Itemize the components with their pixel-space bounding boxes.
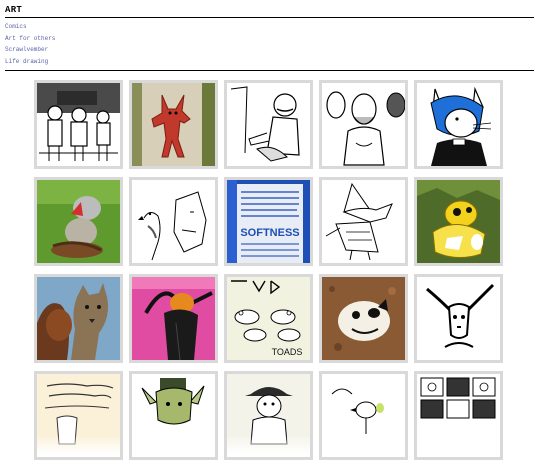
gallery-tile[interactable] <box>129 80 218 169</box>
bearded-figure-drawing-thumbnail-icon <box>322 83 405 166</box>
handwritten-comic-thumbnail-icon <box>37 374 120 457</box>
gallery-tile[interactable] <box>414 274 503 363</box>
figure-on-pink-thumbnail-icon <box>132 277 215 360</box>
art-gallery-grid: SOFTNESS TOADS <box>34 80 503 460</box>
long-eared-creature-drawing-thumbnail-icon <box>417 277 500 360</box>
bird-and-face-sketch-thumbnail-icon <box>132 180 215 263</box>
gallery-tile[interactable] <box>34 371 123 460</box>
mustached-man-drawing-thumbnail-icon <box>227 83 310 166</box>
nav-link-art-for-others[interactable]: Art for others <box>5 35 534 42</box>
gallery-tile[interactable] <box>319 274 408 363</box>
painted-rock-face-thumbnail-icon <box>322 277 405 360</box>
gallery-tile[interactable] <box>319 177 408 266</box>
gallery-tile[interactable] <box>129 371 218 460</box>
nav-link-life-drawing[interactable]: Life drawing <box>5 58 534 65</box>
nav-divider <box>5 70 534 71</box>
blue-haired-mouse-drawing-thumbnail-icon <box>417 83 500 166</box>
nav-link-comics[interactable]: Comics <box>5 24 534 30</box>
yellow-plush-toy-thumbnail-icon <box>417 180 500 263</box>
wizard-dog-sketch-thumbnail-icon <box>322 180 405 263</box>
small-bird-sketch-thumbnail-icon <box>322 374 405 457</box>
gallery-tile[interactable] <box>414 80 503 169</box>
comic-figures-thumbnail-icon <box>37 83 120 166</box>
gallery-tile[interactable] <box>34 177 123 266</box>
two-animals-painting-thumbnail-icon <box>37 277 120 360</box>
gallery-tile[interactable] <box>224 371 313 460</box>
toads-sketch-thumbnail-icon: TOADS <box>227 277 310 360</box>
clay-figure-on-grass-thumbnail-icon <box>37 180 120 263</box>
category-nav: Comics Art for others Scrawlvember Life … <box>5 24 534 65</box>
gallery-tile[interactable] <box>414 177 503 266</box>
gallery-tile[interactable] <box>34 80 123 169</box>
toads-label-text: TOADS <box>272 347 303 357</box>
header-divider <box>5 17 534 18</box>
comic-grid-thumbnail-icon <box>417 374 500 457</box>
page-title: ART <box>5 5 23 15</box>
gallery-tile[interactable] <box>319 371 408 460</box>
green-creature-with-hat-thumbnail-icon <box>132 374 215 457</box>
gallery-tile[interactable]: SOFTNESS <box>224 177 313 266</box>
red-creature-painting-thumbnail-icon <box>132 83 215 166</box>
gallery-tile[interactable] <box>34 274 123 363</box>
softness-label-text: SOFTNESS <box>240 227 299 239</box>
nav-link-scrawlvember[interactable]: Scrawlvember <box>5 47 534 53</box>
softness-label-can-thumbnail-icon: SOFTNESS <box>227 180 310 263</box>
gallery-tile[interactable] <box>129 177 218 266</box>
gallery-tile[interactable]: TOADS <box>224 274 313 363</box>
gallery-tile[interactable] <box>319 80 408 169</box>
gallery-tile[interactable] <box>129 274 218 363</box>
gallery-tile[interactable] <box>224 80 313 169</box>
gallery-tile[interactable] <box>414 371 503 460</box>
page-header: ART Comics Art for others Scrawlvember L… <box>5 5 534 70</box>
hat-figure-sketch-thumbnail-icon <box>227 374 310 457</box>
